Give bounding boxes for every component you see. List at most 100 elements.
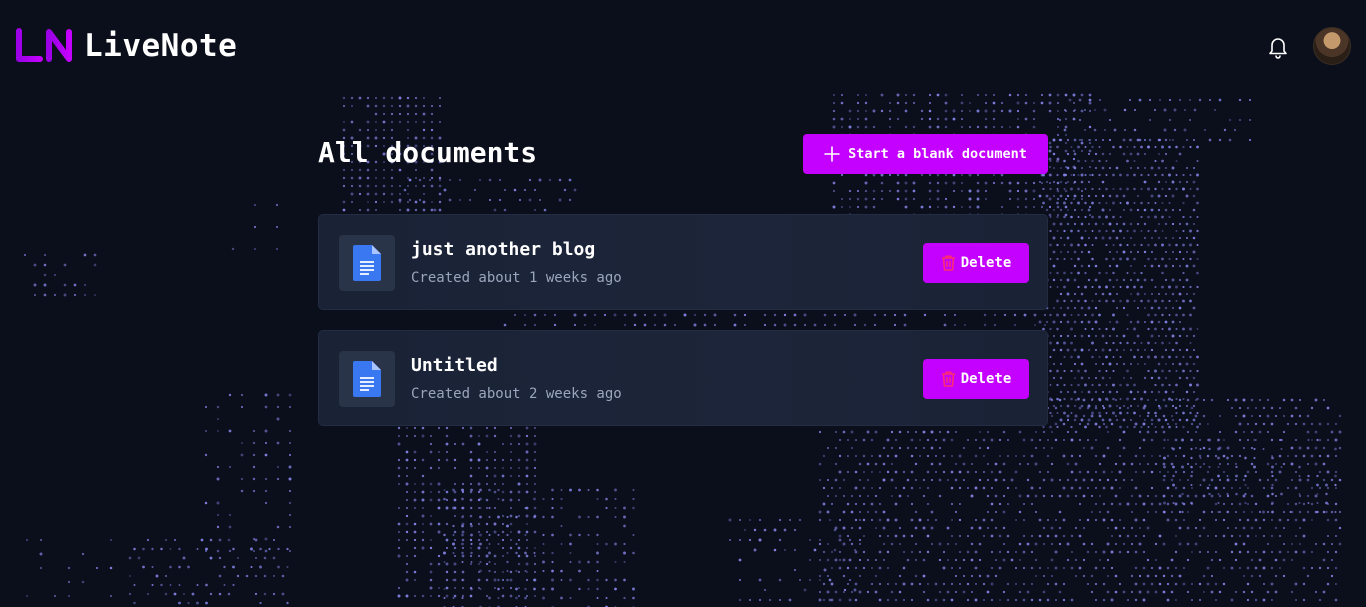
map-dot — [926, 502, 930, 506]
map-dot — [437, 530, 441, 534]
map-dot — [1088, 141, 1092, 145]
map-dot — [878, 598, 882, 602]
map-dot — [1098, 327, 1101, 331]
map-dot — [1073, 222, 1077, 226]
map-dot — [1172, 501, 1175, 505]
map-dot — [864, 125, 868, 129]
map-dot — [623, 551, 626, 555]
map-dot — [398, 120, 402, 124]
map-dot — [506, 515, 509, 519]
map-dot — [1122, 362, 1126, 366]
map-dot — [454, 515, 456, 517]
map-dot — [918, 454, 922, 458]
map-dot — [276, 441, 280, 445]
map-dot — [872, 125, 876, 129]
start-blank-document-button[interactable]: Start a blank document — [803, 134, 1048, 174]
map-dot — [1186, 526, 1190, 530]
map-dot — [1091, 285, 1094, 289]
map-dot — [1070, 201, 1073, 205]
map-dot — [1199, 484, 1202, 486]
document-title[interactable]: Untitled — [411, 355, 498, 376]
map-dot — [596, 578, 599, 582]
map-dot — [818, 430, 822, 434]
map-dot — [1168, 98, 1172, 102]
logo[interactable]: LiveNote — [16, 28, 237, 64]
map-dot — [1066, 236, 1070, 240]
map-dot — [987, 527, 989, 529]
map-dot — [1330, 510, 1334, 514]
map-dot — [1164, 138, 1168, 142]
map-dot — [632, 489, 635, 491]
map-dot — [461, 442, 465, 446]
map-dot — [1018, 462, 1022, 466]
map-dot — [914, 446, 918, 450]
map-dot — [1084, 215, 1087, 219]
map-dot — [1080, 306, 1084, 310]
map-dot — [823, 313, 827, 317]
map-dot — [1147, 145, 1150, 149]
map-dot — [1018, 542, 1022, 546]
map-dot — [421, 426, 425, 430]
map-dot — [1262, 518, 1266, 522]
map-dot — [182, 556, 186, 560]
map-dot — [1087, 264, 1091, 268]
map-dot — [854, 549, 856, 551]
map-dot — [272, 592, 276, 596]
map-dot — [1133, 160, 1136, 162]
map-dot — [818, 462, 822, 466]
map-dot — [990, 550, 994, 554]
map-dot — [926, 486, 930, 490]
map-dot — [1193, 167, 1195, 169]
map-dot — [525, 554, 529, 558]
map-dot — [890, 446, 894, 450]
map-dot — [1126, 229, 1129, 233]
map-dot — [903, 323, 907, 327]
map-dot — [1022, 598, 1026, 602]
map-dot — [469, 594, 473, 598]
map-dot — [228, 513, 232, 517]
delete-document-button[interactable]: Delete — [923, 243, 1029, 283]
plus-icon — [824, 146, 840, 162]
map-dot — [458, 178, 462, 182]
delete-document-button[interactable]: Delete — [923, 359, 1029, 399]
map-dot — [1063, 215, 1066, 219]
map-dot — [886, 470, 890, 474]
map-dot — [350, 176, 354, 180]
map-dot — [1126, 534, 1130, 538]
map-dot — [1105, 271, 1108, 275]
document-card[interactable]: Untitled Created about 2 weeks ago Delet… — [318, 330, 1048, 426]
map-dot — [397, 586, 401, 590]
document-title[interactable]: just another blog — [411, 239, 595, 260]
user-avatar[interactable] — [1313, 27, 1351, 65]
map-dot — [1192, 376, 1196, 380]
document-card[interactable]: just another blog Created about 1 weeks … — [318, 214, 1048, 310]
map-dot — [479, 179, 481, 181]
map-dot — [1043, 447, 1045, 449]
map-dot — [955, 431, 957, 433]
map-dot — [513, 313, 517, 317]
map-dot — [407, 185, 409, 187]
map-dot — [1134, 470, 1138, 474]
map-dot — [872, 109, 876, 113]
map-dot — [1058, 526, 1062, 530]
map-dot — [1338, 430, 1342, 434]
bell-icon[interactable] — [1266, 34, 1290, 60]
map-dot — [911, 599, 913, 601]
map-dot — [1123, 527, 1125, 529]
map-dot — [430, 176, 434, 180]
map-dot — [1060, 307, 1062, 309]
map-dot — [1198, 534, 1202, 538]
map-dot — [1174, 582, 1178, 586]
map-dot — [934, 598, 938, 602]
map-dot — [1087, 180, 1091, 184]
map-dot — [1091, 341, 1094, 345]
map-dot — [1133, 271, 1136, 275]
map-dot — [1074, 209, 1076, 211]
map-dot — [1238, 98, 1242, 102]
map-dot — [421, 594, 425, 598]
map-dot — [443, 588, 446, 590]
map-dot — [1074, 377, 1076, 379]
map-dot — [1002, 462, 1006, 466]
map-dot — [1217, 501, 1220, 505]
map-dot — [1178, 208, 1182, 212]
